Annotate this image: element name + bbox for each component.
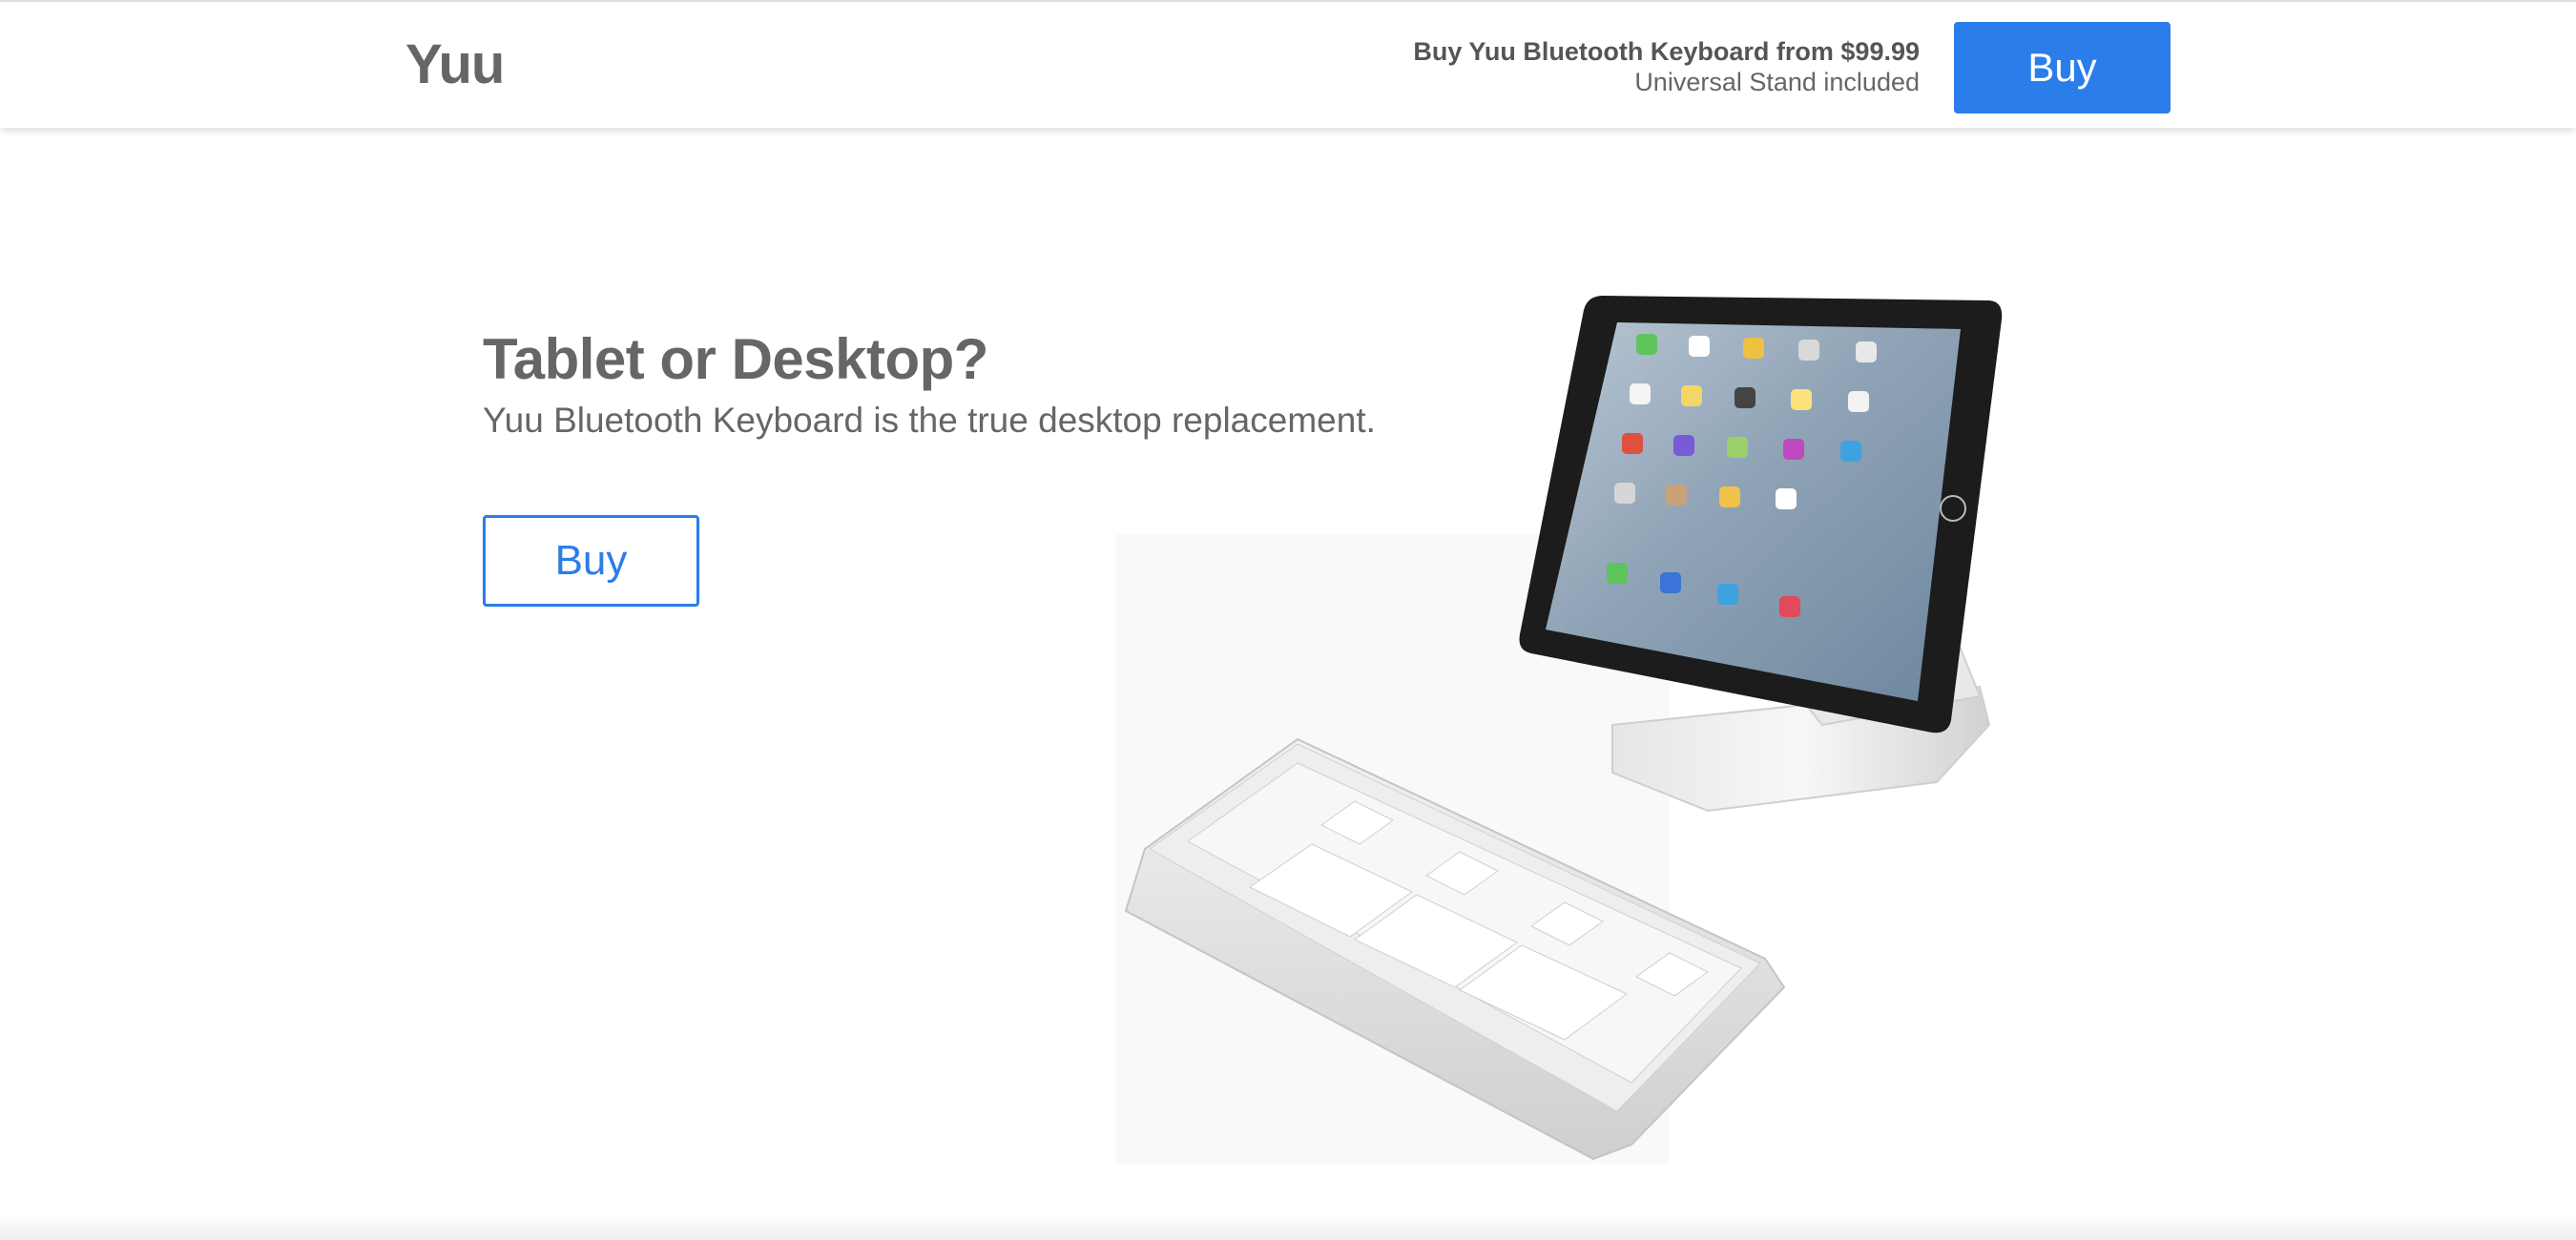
hero-title: Tablet or Desktop? (483, 327, 988, 391)
hero-buy-button[interactable]: Buy (483, 515, 699, 607)
offer-subtitle: Universal Stand included (1634, 68, 1920, 96)
offer-title: Buy Yuu Bluetooth Keyboard from $99.99 (1413, 37, 1920, 66)
header-buy-button[interactable]: Buy (1954, 22, 2171, 114)
top-navigation-bar: Yuu Buy Yuu Bluetooth Keyboard from $99.… (0, 0, 2576, 128)
offer-summary: Buy Yuu Bluetooth Keyboard from $99.99 U… (1413, 36, 1920, 97)
page-bottom-edge (0, 1213, 2576, 1240)
brand-logo[interactable]: Yuu (405, 32, 505, 96)
product-image (1116, 296, 2003, 1164)
